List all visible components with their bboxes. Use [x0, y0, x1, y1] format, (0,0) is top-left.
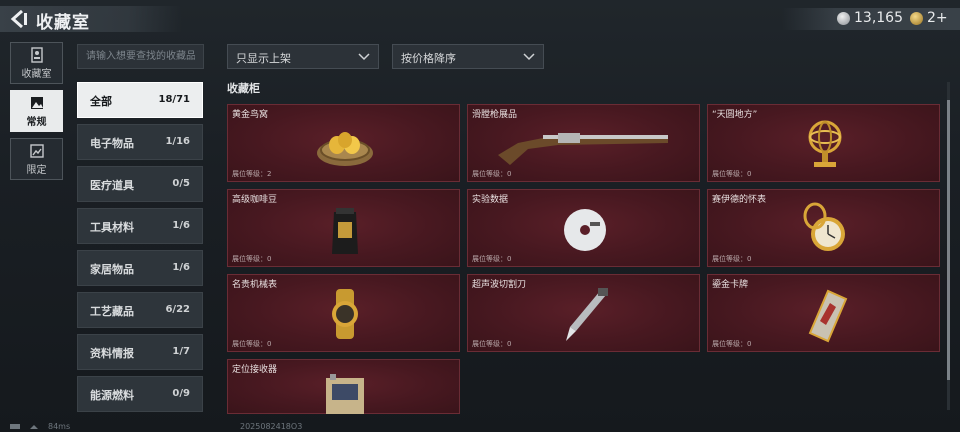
category-household[interactable]: 家居物品 1/6 — [77, 250, 203, 286]
nav-regular[interactable]: 常规 — [10, 90, 63, 132]
category-count: 18/71 — [158, 94, 190, 105]
sort-value: 按价格降序 — [401, 52, 456, 65]
pocket-watch-icon — [803, 202, 845, 251]
gold-coin-icon — [910, 12, 923, 25]
category-count: 1/6 — [172, 262, 190, 273]
item-card-ultrasonic-cutter[interactable]: 超声波切割刀 展位等级：0 — [467, 274, 700, 352]
category-count: 1/6 — [172, 220, 190, 231]
category-tools[interactable]: 工具材料 1/6 — [77, 208, 203, 244]
category-medical[interactable]: 医疗道具 0/5 — [77, 166, 203, 202]
item-level: 展位等级：0 — [472, 170, 512, 178]
nav-label: 常规 — [26, 117, 47, 128]
category-name: 医疗道具 — [90, 179, 134, 192]
ultrasonic-cutter-icon — [566, 288, 608, 341]
category-name: 家居物品 — [90, 263, 134, 276]
item-name: 赛伊德的怀表 — [712, 195, 767, 205]
item-name: 实验数据 — [472, 195, 509, 205]
category-count: 1/16 — [165, 136, 190, 147]
search-input[interactable] — [77, 44, 204, 69]
category-electronics[interactable]: 电子物品 1/16 — [77, 124, 203, 160]
item-name: “天圆地方” — [712, 110, 758, 120]
ping-value: 84ms — [48, 422, 71, 431]
item-level: 展位等级：0 — [712, 170, 752, 178]
item-name: 超声波切割刀 — [472, 280, 527, 290]
coffee-bag-icon — [332, 208, 358, 254]
item-level: 展位等级：0 — [472, 340, 512, 348]
item-name: 鎏金卡牌 — [712, 280, 749, 290]
wristwatch-icon — [332, 289, 358, 339]
regular-image-icon — [30, 97, 43, 109]
golden-nest-icon — [317, 132, 373, 166]
top-bar: 收藏室 13,165 2+ — [0, 0, 960, 38]
item-card-musket[interactable]: 滑膛枪展品 展位等级：0 — [467, 104, 700, 182]
item-card-data-disc[interactable]: 实验数据 展位等级：0 — [467, 189, 700, 267]
item-level: 展位等级：0 — [712, 255, 752, 263]
item-level: 展位等级：2 — [232, 170, 272, 178]
item-card-armillary[interactable]: “天圆地方” 展位等级：0 — [707, 104, 940, 182]
page-title: 收藏室 — [36, 13, 90, 33]
category-name: 全部 — [90, 95, 112, 108]
build-id: 2025082418O3 — [240, 422, 303, 431]
chevron-down-icon — [523, 53, 535, 61]
silver-currency-value: 13,165 — [854, 10, 903, 26]
item-card-gilded-card[interactable]: 鎏金卡牌 展位等级：0 — [707, 274, 940, 352]
silver-coin-icon — [837, 12, 850, 25]
category-energy[interactable]: 能源燃料 0/9 — [77, 376, 203, 412]
item-card-locator[interactable]: 定位接收器 — [227, 359, 460, 414]
nav-collection-room[interactable]: 收藏室 — [10, 42, 63, 84]
display-filter-value: 只显示上架 — [236, 52, 291, 65]
category-count: 0/5 — [172, 178, 190, 189]
item-level: 展位等级：0 — [712, 340, 752, 348]
category-name: 能源燃料 — [90, 389, 134, 402]
item-level: 展位等级：0 — [232, 340, 272, 348]
item-card-wristwatch[interactable]: 名贵机械表 展位等级：0 — [227, 274, 460, 352]
data-disc-icon — [564, 209, 606, 251]
item-name: 黄金鸟窝 — [232, 110, 269, 120]
chevron-down-icon — [358, 53, 370, 61]
display-filter-dropdown[interactable]: 只显示上架 — [227, 44, 379, 69]
armillary-sphere-icon — [808, 120, 842, 167]
category-crafts[interactable]: 工艺藏品 6/22 — [77, 292, 203, 328]
category-name: 电子物品 — [90, 137, 134, 150]
limited-image-icon — [29, 144, 44, 158]
item-card-pocket-watch[interactable]: 赛伊德的怀表 展位等级：0 — [707, 189, 940, 267]
gold-currency-value[interactable]: 2+ — [927, 10, 948, 26]
category-all[interactable]: 全部 18/71 — [77, 82, 203, 118]
item-level: 展位等级：0 — [232, 255, 272, 263]
item-level: 展位等级：0 — [472, 255, 512, 263]
category-count: 1/7 — [172, 346, 190, 357]
nav-label: 限定 — [26, 165, 47, 176]
gilded-card-icon — [808, 289, 848, 343]
back-arrow-icon[interactable] — [8, 9, 30, 29]
sort-dropdown[interactable]: 按价格降序 — [392, 44, 544, 69]
cabinet-scrollbar-thumb[interactable] — [947, 100, 950, 380]
nav-limited[interactable]: 限定 — [10, 138, 63, 180]
category-count: 6/22 — [165, 304, 190, 315]
category-count: 0/9 — [172, 388, 190, 399]
item-name: 名贵机械表 — [232, 280, 278, 290]
cabinet-title: 收藏柜 — [227, 82, 260, 95]
collection-room-icon — [30, 47, 43, 63]
musket-icon — [498, 133, 668, 165]
category-intel[interactable]: 资料情报 1/7 — [77, 334, 203, 370]
category-name: 工艺藏品 — [90, 305, 134, 318]
category-name: 工具材料 — [90, 221, 134, 234]
item-name: 定位接收器 — [232, 365, 278, 375]
item-card-coffee[interactable]: 高级咖啡豆 展位等级：0 — [227, 189, 460, 267]
locator-receiver-icon — [326, 374, 364, 414]
item-card-golden-nest[interactable]: 黄金鸟窝 展位等级：2 — [227, 104, 460, 182]
status-bar: 84ms 2025082418O3 — [0, 420, 960, 432]
item-name: 高级咖啡豆 — [232, 195, 278, 205]
nav-label: 收藏室 — [21, 69, 52, 80]
signal-icon — [10, 424, 38, 429]
category-name: 资料情报 — [90, 347, 134, 360]
